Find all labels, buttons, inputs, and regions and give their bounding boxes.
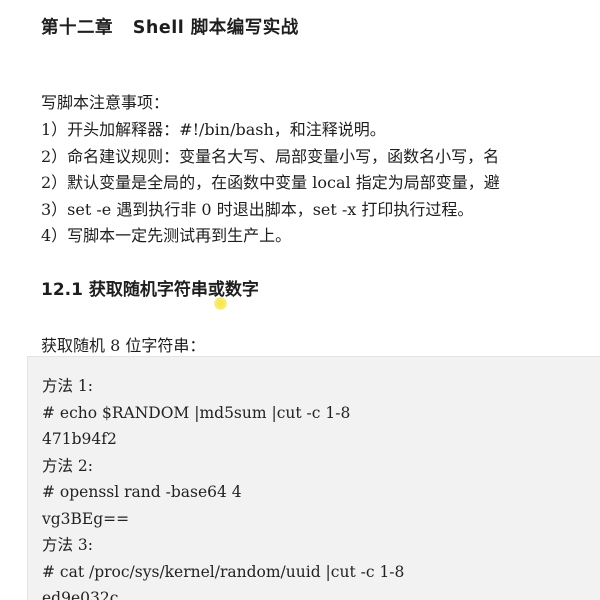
note-item: 2）命名建议规则：变量名大写、局部变量小写，函数名小写，名 xyxy=(41,146,500,166)
code-line: # openssl rand -base64 4 xyxy=(42,483,242,501)
notes-list: 1）开头加解释器：#!/bin/bash，和注释说明。 2）命名建议规则：变量名… xyxy=(41,117,500,250)
note-item: 2）默认变量是全局的，在函数中变量 local 指定为局部变量，避 xyxy=(41,173,500,192)
intro-text: 获取随机 8 位字符串： xyxy=(41,336,206,355)
code-line: # echo $RANDOM |md5sum |cut -c 1-8 xyxy=(42,403,351,422)
code-line: 方法 3: xyxy=(42,536,94,554)
code-line: # cat /proc/sys/kernel/random/uuid |cut … xyxy=(42,562,405,581)
chapter-title: 第十二章 Shell 脚本编写实战 xyxy=(41,18,299,38)
code-line: ed9e032c xyxy=(42,589,119,600)
notes-heading: 写脚本注意事项： xyxy=(41,93,170,112)
code-lines: 方法 1: # echo $RANDOM |md5sum |cut -c 1-8… xyxy=(42,373,404,600)
mouse-cursor-highlight xyxy=(214,297,227,310)
code-line: 方法 1: xyxy=(42,377,94,395)
code-line: vg3BEg== xyxy=(42,509,130,528)
code-block: 方法 1: # echo $RANDOM |md5sum |cut -c 1-8… xyxy=(27,356,600,600)
document-page: 第十二章 Shell 脚本编写实战 写脚本注意事项： 1）开头加解释器：#!/b… xyxy=(0,0,600,600)
code-line: 方法 2: xyxy=(42,456,94,475)
note-item: 3）set -e 遇到执行非 0 时退出脚本，set -x 打印执行过程。 xyxy=(41,199,474,219)
note-item: 1）开头加解释器：#!/bin/bash，和注释说明。 xyxy=(41,120,386,139)
section-title: 12.1 获取随机字符串或数字 xyxy=(41,280,259,300)
code-line: 471b94f2 xyxy=(42,430,117,448)
note-item: 4）写脚本一定先测试再到生产上。 xyxy=(41,226,292,245)
